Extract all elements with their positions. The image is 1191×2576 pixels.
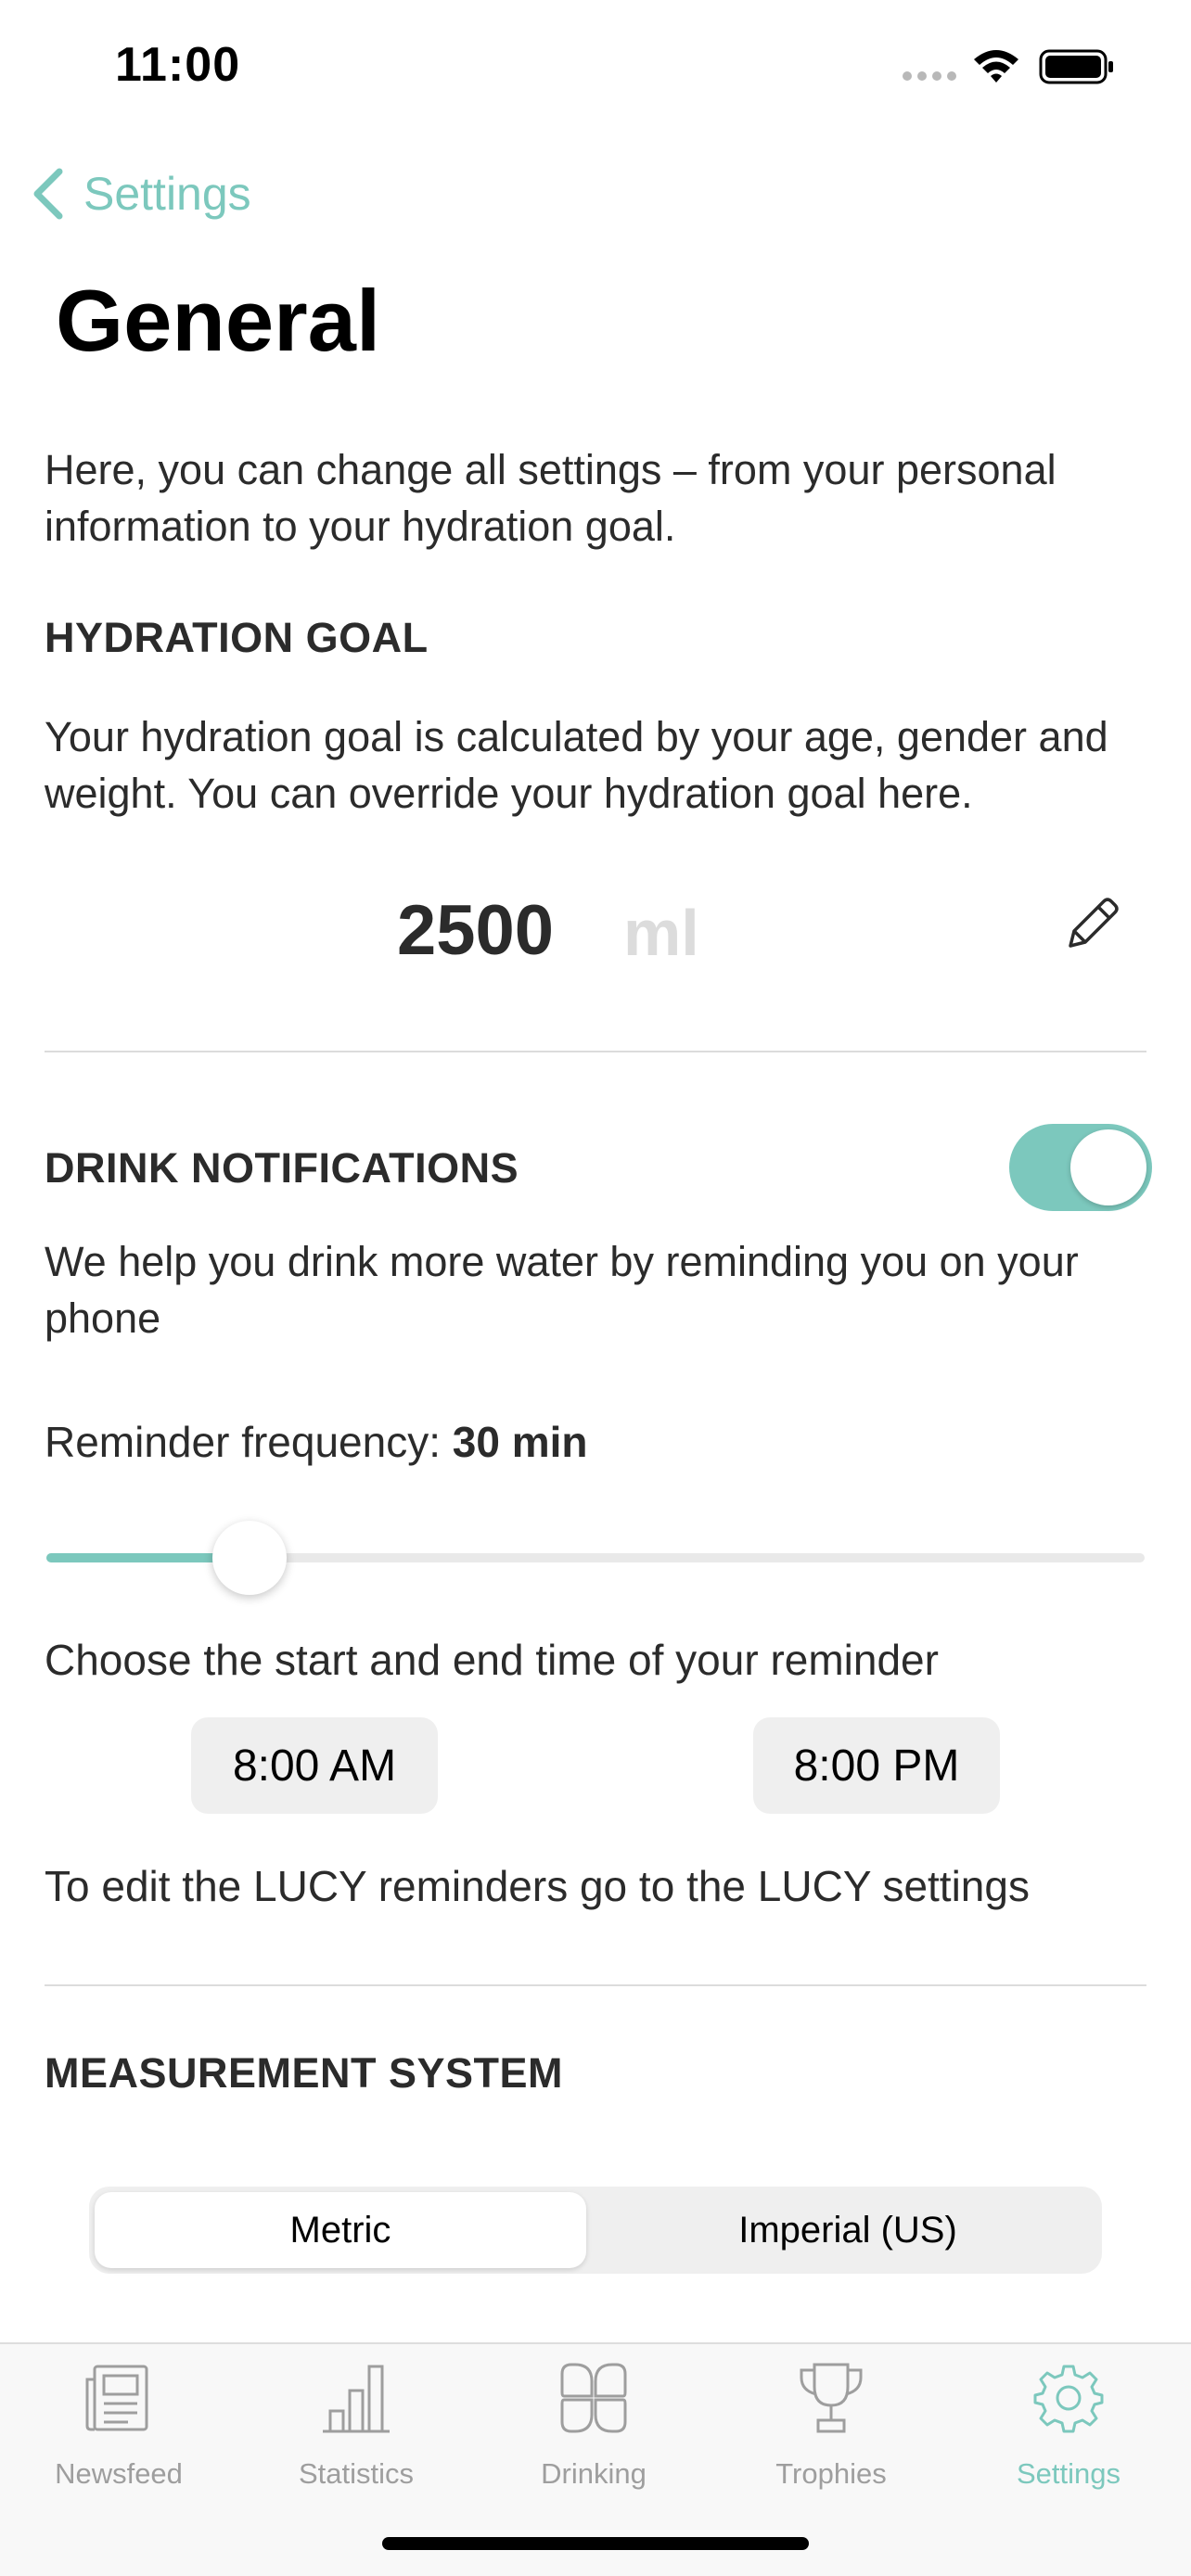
- tab-drinking[interactable]: Drinking: [501, 2361, 686, 2500]
- hydration-goal-unit: ml: [623, 897, 699, 969]
- tab-trophies[interactable]: Trophies: [738, 2361, 924, 2500]
- battery-icon: [1039, 49, 1113, 84]
- hydration-goal-value: 2500: [397, 891, 555, 970]
- drink-notifications-description: We help you drink more water by remindin…: [45, 1238, 1079, 1342]
- intro-text: Here, you can change all settings – from…: [45, 446, 1057, 550]
- hydration-goal-title: HYDRATION GOAL: [45, 614, 429, 661]
- drink-notifications-title: DRINK NOTIFICATIONS: [45, 1144, 519, 1192]
- tab-statistics[interactable]: Statistics: [263, 2361, 449, 2500]
- start-time-button[interactable]: 8:00 AM: [191, 1717, 438, 1814]
- reminder-frequency-slider[interactable]: [46, 1521, 1145, 1595]
- measurement-system-title: MEASUREMENT SYSTEM: [45, 2049, 564, 2097]
- gear-icon: [1033, 2365, 1104, 2433]
- tab-newsfeed[interactable]: Newsfeed: [26, 2361, 211, 2500]
- end-time-button[interactable]: 8:00 PM: [753, 1717, 1000, 1814]
- toggle-knob: [1070, 1129, 1146, 1205]
- trophy-icon: [800, 2363, 863, 2433]
- reminder-frequency-text: Reminder frequency:: [45, 1418, 441, 1466]
- edit-goal-button[interactable]: [1057, 892, 1124, 959]
- screen: 11:00 Settings General Here, you can cha…: [0, 0, 1191, 2576]
- tab-settings[interactable]: Settings: [976, 2361, 1161, 2500]
- tab-label: Drinking: [541, 2457, 647, 2490]
- section-divider: [45, 1984, 1146, 1986]
- segment-metric[interactable]: Metric: [95, 2192, 586, 2268]
- reminder-frequency-value: 30 min: [452, 1418, 588, 1466]
- status-time: 11:00: [115, 38, 241, 92]
- tab-label: Statistics: [298, 2457, 415, 2490]
- reminder-frequency-label: Reminder frequency: 30 min: [45, 1417, 588, 1467]
- wifi-icon: [974, 50, 1018, 83]
- cellular-signal-icon: [903, 71, 956, 81]
- home-indicator: [382, 2537, 809, 2550]
- segment-imperial[interactable]: Imperial (US): [597, 2192, 1098, 2268]
- page-title: General: [56, 272, 381, 369]
- newsfeed-icon: [85, 2365, 148, 2431]
- tab-label: Trophies: [775, 2457, 887, 2490]
- drinking-icon: [560, 2363, 627, 2433]
- measurement-segmented-control: Metric Imperial (US): [89, 2187, 1102, 2274]
- tab-label: Newsfeed: [55, 2457, 183, 2490]
- pencil-icon: [1069, 898, 1119, 948]
- drink-notifications-toggle[interactable]: [1009, 1124, 1152, 1211]
- back-label: Settings: [83, 168, 251, 220]
- slider-thumb[interactable]: [212, 1521, 288, 1595]
- hydration-goal-description: Your hydration goal is calculated by you…: [45, 713, 1108, 817]
- tab-label: Settings: [1016, 2457, 1121, 2490]
- lucy-reminders-note: To edit the LUCY reminders go to the LUC…: [45, 1862, 1030, 1910]
- chevron-left-icon: [33, 168, 63, 220]
- reminder-time-description: Choose the start and end time of your re…: [45, 1636, 939, 1684]
- back-button[interactable]: Settings: [32, 161, 251, 226]
- bar-chart-icon: [323, 2365, 390, 2433]
- section-divider: [45, 1051, 1146, 1052]
